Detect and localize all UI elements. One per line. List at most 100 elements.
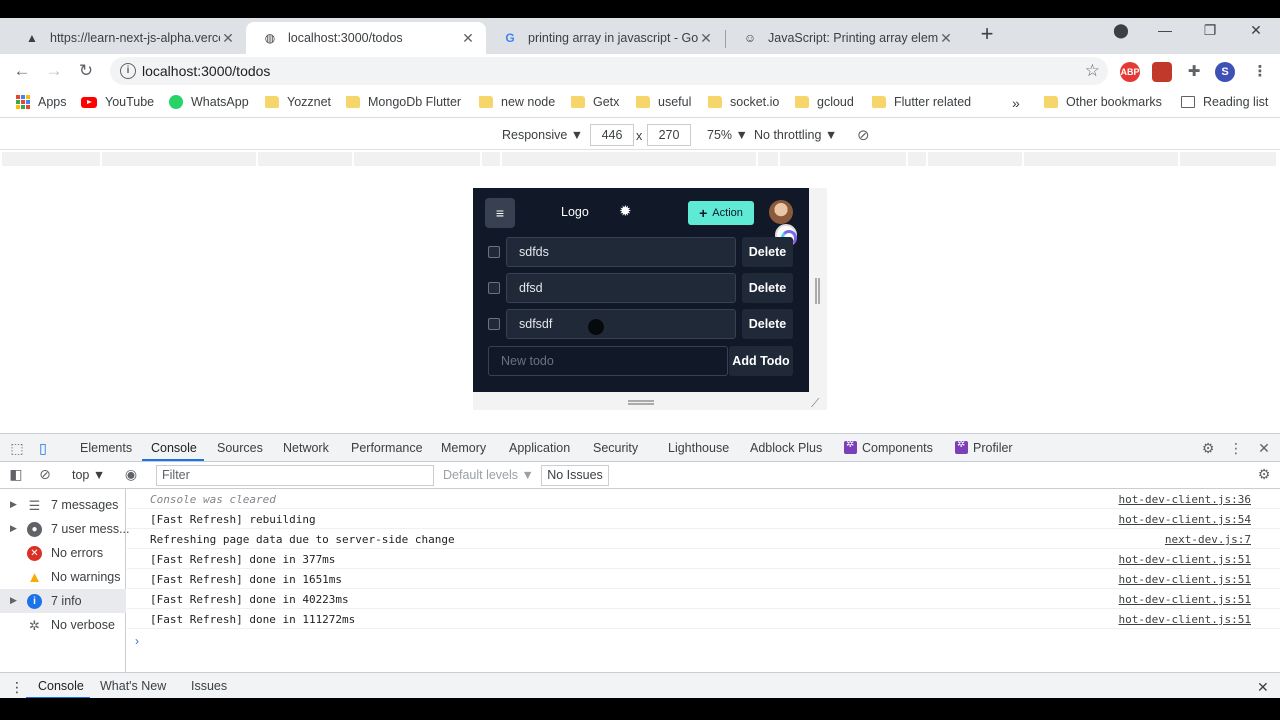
bookmark-gcloud[interactable]: gcloud [795,95,854,109]
clear-console-icon[interactable]: ⊘ [36,466,54,483]
sidebar-item-info[interactable]: ▶ i 7 info [0,589,126,613]
ruler-segment[interactable] [482,152,502,166]
sidebar-item-warnings[interactable]: ▲ No warnings [0,565,126,589]
ruler-segment[interactable] [258,152,354,166]
delete-button[interactable]: Delete [742,273,793,303]
filter-input[interactable]: Filter [156,465,434,486]
tab-console[interactable]: Console [151,441,197,455]
inspect-element-icon[interactable]: ⬚ [8,440,26,457]
todo-text-input[interactable]: dfsd [506,273,736,303]
log-source-link[interactable]: hot-dev-client.js:51 [1119,553,1251,566]
sidebar-toggle-icon[interactable]: ◧ [7,466,25,483]
ruler-segment[interactable] [2,152,102,166]
ruler-segment[interactable] [908,152,928,166]
delete-button[interactable]: Delete [742,309,793,339]
bookmark-useful[interactable]: useful [636,95,691,109]
ruler-segment[interactable] [758,152,780,166]
tab-application[interactable]: Application [509,441,570,455]
window-close-button[interactable]: ✕ [1244,22,1268,39]
drawer-tab-whats-new[interactable]: What's New [100,679,166,693]
back-button[interactable]: ← [12,61,32,81]
bookmark-other[interactable]: Other bookmarks [1044,95,1162,109]
delete-button[interactable]: Delete [742,237,793,267]
bookmark-yozznet[interactable]: Yozznet [265,95,331,109]
puzzle-extensions-icon[interactable]: ✚ [1184,62,1204,82]
tab-vercel[interactable]: ▲ https://learn-next-js-alpha.vercel ✕ [8,22,246,54]
ruler-segment[interactable] [1024,152,1180,166]
log-source-link[interactable]: hot-dev-client.js:36 [1119,493,1251,506]
adblock-plus-icon[interactable]: ABP [1120,62,1140,82]
tab-components[interactable]: Components [844,439,933,455]
drawer-tab-console[interactable]: Console [38,679,84,693]
todo-checkbox[interactable] [488,318,500,330]
address-bar[interactable]: i localhost:3000/todos ☆ [110,57,1108,85]
close-icon[interactable]: ✕ [698,30,714,47]
sidebar-item-errors[interactable]: ✕ No errors [0,541,126,565]
site-info-icon[interactable]: i [120,63,136,79]
rotate-icon[interactable]: ⊘ [857,126,870,144]
bookmark-star-icon[interactable]: ☆ [1085,61,1100,81]
zoom-select[interactable]: 75% ▼ [707,128,748,142]
bookmark-mongodb-flutter[interactable]: MongoDb Flutter [346,95,461,109]
log-source-link[interactable]: hot-dev-client.js:51 [1119,573,1251,586]
viewport-height-input[interactable]: 270 [647,124,691,146]
tab-javascript[interactable]: ☺ JavaScript: Printing array element ✕ [726,22,964,54]
more-options-icon[interactable]: ⋮ [1227,440,1245,457]
settings-gear-icon[interactable]: ✹ [619,202,632,220]
sidebar-item-verbose[interactable]: ✲ No verbose [0,613,126,637]
bookmark-getx[interactable]: Getx [571,95,619,109]
throttling-select[interactable]: No throttling ▼ [754,128,837,142]
console-prompt-chevron-icon[interactable]: › [135,634,139,648]
new-todo-input[interactable]: New todo [488,346,728,376]
ruler-segment[interactable] [502,152,758,166]
more-menu-icon[interactable]: ⋮ [1250,62,1270,82]
todo-text-input[interactable]: sdfds [506,237,736,267]
tab-performance[interactable]: Performance [351,441,423,455]
log-source-link[interactable]: hot-dev-client.js:51 [1119,613,1251,626]
close-icon[interactable]: ✕ [938,30,954,47]
bookmarks-overflow-chevron[interactable]: » [1012,95,1020,111]
bookmark-socketio[interactable]: socket.io [708,95,779,109]
settings-gear-icon[interactable]: ⚙ [1199,440,1217,457]
minimize-button[interactable]: — [1153,22,1177,38]
ruler-segment[interactable] [928,152,1024,166]
close-icon[interactable]: ✕ [460,30,476,47]
tab-localhost[interactable]: ◍ localhost:3000/todos ✕ [246,22,486,54]
tab-lighthouse[interactable]: Lighthouse [668,441,729,455]
issues-button[interactable]: No Issues [541,465,609,486]
extension-icon[interactable] [1152,62,1172,82]
ruler-segment[interactable] [102,152,258,166]
reload-button[interactable]: ↻ [76,61,96,81]
close-devtools-icon[interactable]: ✕ [1255,440,1273,457]
action-button[interactable]: + Action [688,201,754,225]
console-settings-icon[interactable]: ⚙ [1255,466,1273,483]
bookmark-youtube[interactable]: YouTube [81,95,154,109]
todo-checkbox[interactable] [488,246,500,258]
todo-text-input[interactable]: sdfsdf [506,309,736,339]
tab-profiler[interactable]: Profiler [955,439,1013,455]
drawer-tab-issues[interactable]: Issues [191,679,227,693]
new-tab-button[interactable]: + [976,23,998,46]
bookmark-apps[interactable]: Apps [16,95,67,109]
close-icon[interactable]: ✕ [220,30,236,47]
ruler-segment[interactable] [1180,152,1278,166]
tab-sources[interactable]: Sources [217,441,263,455]
todo-checkbox[interactable] [488,282,500,294]
resize-handle-horizontal[interactable] [628,400,654,405]
add-todo-button[interactable]: Add Todo [729,346,793,376]
sidebar-item-messages[interactable]: ▶ ☰ 7 messages [0,493,126,517]
drawer-menu-icon[interactable]: ⋮ [10,679,24,696]
forward-button[interactable]: → [44,61,64,81]
context-select[interactable]: top ▼ [72,468,105,482]
resize-handle-vertical[interactable] [815,278,820,304]
tab-security[interactable]: Security [593,441,638,455]
bookmark-flutter-related[interactable]: Flutter related [872,95,971,109]
viewport-width-input[interactable]: 446 [590,124,634,146]
reading-list[interactable]: Reading list [1181,95,1268,109]
restore-button[interactable]: ❐ [1198,22,1222,39]
ruler-segment[interactable] [780,152,908,166]
tab-elements[interactable]: Elements [80,441,132,455]
tab-search-icon[interactable]: ⬤ [1109,22,1133,39]
log-levels-select[interactable]: Default levels ▼ [443,468,534,482]
tab-google[interactable]: G printing array in javascript - Goo ✕ [486,22,724,54]
